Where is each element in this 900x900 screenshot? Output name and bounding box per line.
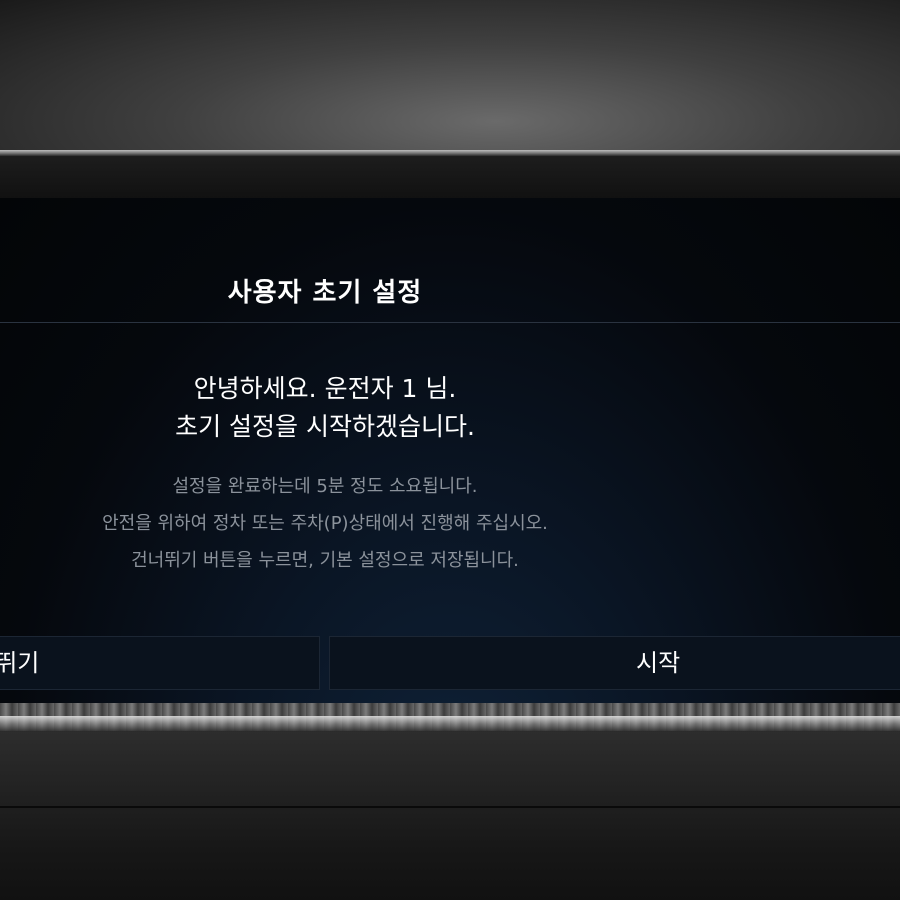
start-button-label: 시작	[636, 649, 681, 677]
info-message: 설정을 완료하는데 5분 정도 소요됩니다. 안전을 위하여 정차 또는 주차(…	[0, 468, 650, 579]
info-line-1: 설정을 완료하는데 5분 정도 소요됩니다.	[172, 476, 478, 497]
info-line-2: 안전을 위하여 정차 또는 주차(P)상태에서 진행해 주십시오.	[102, 513, 548, 534]
car-dashboard-scene: 사용자 초기 설정 안녕하세요. 운전자 1 님. 초기 설정을 시작하겠습니다…	[0, 0, 900, 900]
screen-bezel	[0, 156, 900, 198]
infotainment-screen: 사용자 초기 설정 안녕하세요. 운전자 1 님. 초기 설정을 시작하겠습니다…	[0, 198, 900, 703]
dashboard-bottom-seam	[0, 806, 900, 808]
greeting-line-1: 안녕하세요. 운전자 1 님.	[193, 374, 457, 403]
start-button[interactable]: 시작	[329, 636, 900, 690]
dashboard-bottom-background	[0, 732, 900, 900]
skip-button-label: 건너뛰기	[0, 649, 40, 677]
greeting-message: 안녕하세요. 운전자 1 님. 초기 설정을 시작하겠습니다.	[0, 370, 650, 446]
greeting-line-2: 초기 설정을 시작하겠습니다.	[175, 412, 475, 441]
info-line-3: 건너뛰기 버튼을 누르면, 기본 설정으로 저장됩니다.	[131, 550, 519, 571]
dialog-title: 사용자 초기 설정	[227, 278, 423, 308]
dashboard-top-background	[0, 0, 900, 152]
title-divider	[0, 322, 900, 323]
skip-button[interactable]: 건너뛰기	[0, 636, 320, 690]
dashboard-trim-highlight	[0, 716, 900, 732]
